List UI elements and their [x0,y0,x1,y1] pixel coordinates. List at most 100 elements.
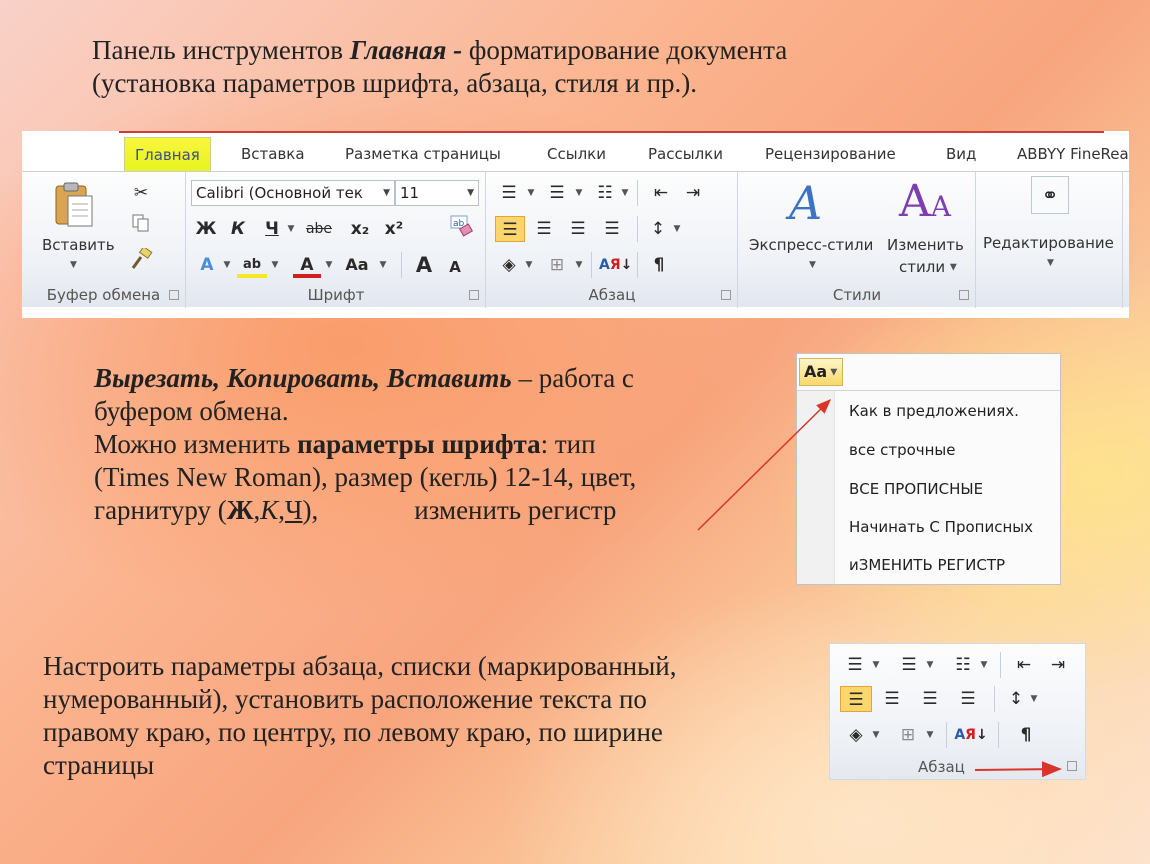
decrease-indent-icon[interactable]: ⇤ [1010,652,1038,678]
borders-icon[interactable]: ⊞ [543,252,571,278]
font-color-dropdown-icon[interactable]: ▼ [323,252,335,278]
multilevel-list-icon[interactable]: ☷ [948,652,978,678]
borders-icon[interactable]: ⊞ [894,722,922,748]
align-center-icon[interactable]: ☰ [876,686,908,712]
font-explanation-line-5: гарнитуру (Ж,К,Ч), изменить регистр [94,494,754,527]
superscript-button[interactable]: x² [381,216,407,242]
change-case-button[interactable]: Aa ▼ [799,358,843,386]
shrink-font-button[interactable]: A [443,254,467,280]
line-spacing-dropdown-icon[interactable]: ▼ [671,216,683,242]
line-spacing-dropdown-icon[interactable]: ▼ [1028,686,1040,712]
increase-indent-icon[interactable]: ⇥ [1044,652,1072,678]
clipboard-launcher-icon[interactable] [169,290,179,300]
binoculars-icon: ⚭ [1031,176,1069,214]
bold-button[interactable]: Ж [195,216,217,242]
case-lower[interactable]: все строчные [849,441,956,459]
case-upper[interactable]: ВСЕ ПРОПИСНЫЕ [849,480,983,498]
case-toggle[interactable]: иЗМЕНИТЬ РЕГИСТР [849,556,1005,574]
underline-dropdown-icon[interactable]: ▼ [285,216,297,242]
group-font: Calibri (Основной тек ▼ 11 ▼ Ж К Ч ▼ abe x… [187,172,486,308]
sort-icon[interactable]: АЯ↓ [599,252,632,278]
case-sentence[interactable]: Как в предложениях. [849,402,1019,420]
change-styles-button[interactable]: AA Изменить стили ▼ [887,176,971,278]
clear-formatting-icon[interactable]: ab [447,214,477,240]
justify-icon[interactable]: ☰ [952,686,984,712]
multilevel-dropdown-icon[interactable]: ▼ [619,180,631,206]
pilcrow-icon[interactable]: ¶ [1014,722,1038,748]
underline-button[interactable]: Ч [261,216,283,242]
separator [1000,652,1001,678]
change-case-dropdown-icon[interactable]: ▼ [377,252,389,278]
multilevel-dropdown-icon[interactable]: ▼ [978,652,990,678]
styles-launcher-icon[interactable] [959,290,969,300]
copy-icon[interactable] [128,214,154,240]
numbering-icon[interactable]: ☰ [896,652,922,678]
sort-icon[interactable]: АЯ↓ [954,722,988,748]
editing-button[interactable]: ⚭ Редактирование ▼ [981,176,1121,278]
highlight-button[interactable]: ab [237,252,267,278]
bullets-icon[interactable]: ☰ [842,652,868,678]
separator [591,252,592,278]
tab-page-layout[interactable]: Разметка страницы [345,135,501,173]
align-right-icon[interactable]: ☰ [914,686,946,712]
cut-icon[interactable]: ✂ [128,180,154,206]
pilcrow-icon[interactable]: ¶ [647,252,671,278]
bullets-dropdown-icon[interactable]: ▼ [870,652,882,678]
shading-icon[interactable]: ◈ [495,252,523,278]
line-spacing-icon[interactable]: ↕ [645,216,671,242]
paste-button[interactable]: Вставить ▼ [42,180,115,276]
font-launcher-icon[interactable] [469,290,479,300]
strikethrough-button[interactable]: abe [301,216,337,242]
paragraph-launcher-icon[interactable] [721,290,731,300]
align-left-icon[interactable]: ☰ [495,216,525,242]
font-size-combo[interactable]: 11 ▼ [395,180,479,206]
text-effects-dropdown-icon[interactable]: ▼ [221,252,233,278]
paragraph-launcher-icon[interactable] [1067,761,1077,771]
bullets-dropdown-icon[interactable]: ▼ [525,180,537,206]
increase-indent-icon[interactable]: ⇥ [679,180,707,206]
tab-abbyy[interactable]: ABBYY FineRea [1017,135,1129,173]
font-name-combo[interactable]: Calibri (Основной тек ▼ [191,180,395,206]
separator [401,252,402,278]
font-explanation-text: гарнитуру ( [94,495,227,525]
italic-button[interactable]: К [227,216,249,242]
align-right-icon[interactable]: ☰ [563,216,593,242]
menu-gutter [797,391,835,584]
shading-dropdown-icon[interactable]: ▼ [523,252,535,278]
change-case-button[interactable]: Aa [337,252,377,278]
tab-review[interactable]: Рецензирование [765,135,896,173]
underline-sample: Ч [284,495,303,525]
highlight-dropdown-icon[interactable]: ▼ [269,252,281,278]
font-group-label: Шрифт [307,286,365,304]
line-spacing-icon[interactable]: ↕ [1004,686,1028,712]
tab-mailings[interactable]: Рассылки [648,135,723,173]
borders-dropdown-icon[interactable]: ▼ [573,252,585,278]
align-center-icon[interactable]: ☰ [529,216,559,242]
paragraph-group-label: Абзац [588,286,636,304]
font-color-button[interactable]: A [293,252,321,278]
shading-icon[interactable]: ◈ [842,722,870,748]
separator [946,722,947,748]
numbering-icon[interactable]: ☰ [543,180,571,206]
tab-references[interactable]: Ссылки [547,135,606,173]
case-capitalize[interactable]: Начинать С Прописных [849,518,1033,536]
numbering-dropdown-icon[interactable]: ▼ [924,652,936,678]
subscript-button[interactable]: x₂ [347,216,373,242]
multilevel-list-icon[interactable]: ☷ [591,180,619,206]
quick-styles-button[interactable]: A Экспресс-стили ▼ [747,176,885,278]
decrease-indent-icon[interactable]: ⇤ [647,180,675,206]
bullets-icon[interactable]: ☰ [495,180,523,206]
justify-icon[interactable]: ☰ [597,216,627,242]
shading-dropdown-icon[interactable]: ▼ [870,722,882,748]
paragraph-explanation-line-3: правому краю, по центру, по левому краю,… [43,717,663,747]
numbering-dropdown-icon[interactable]: ▼ [573,180,585,206]
tab-view[interactable]: Вид [946,135,976,173]
borders-dropdown-icon[interactable]: ▼ [924,722,936,748]
align-left-icon[interactable]: ☰ [840,686,872,712]
text-effects-button[interactable]: A [193,252,221,278]
format-painter-icon[interactable] [126,245,156,274]
tab-home[interactable]: Главная [124,137,211,173]
tab-insert[interactable]: Вставка [241,135,305,173]
grow-font-button[interactable]: A [411,252,437,278]
paragraph-panel-label: Абзац [918,758,965,776]
